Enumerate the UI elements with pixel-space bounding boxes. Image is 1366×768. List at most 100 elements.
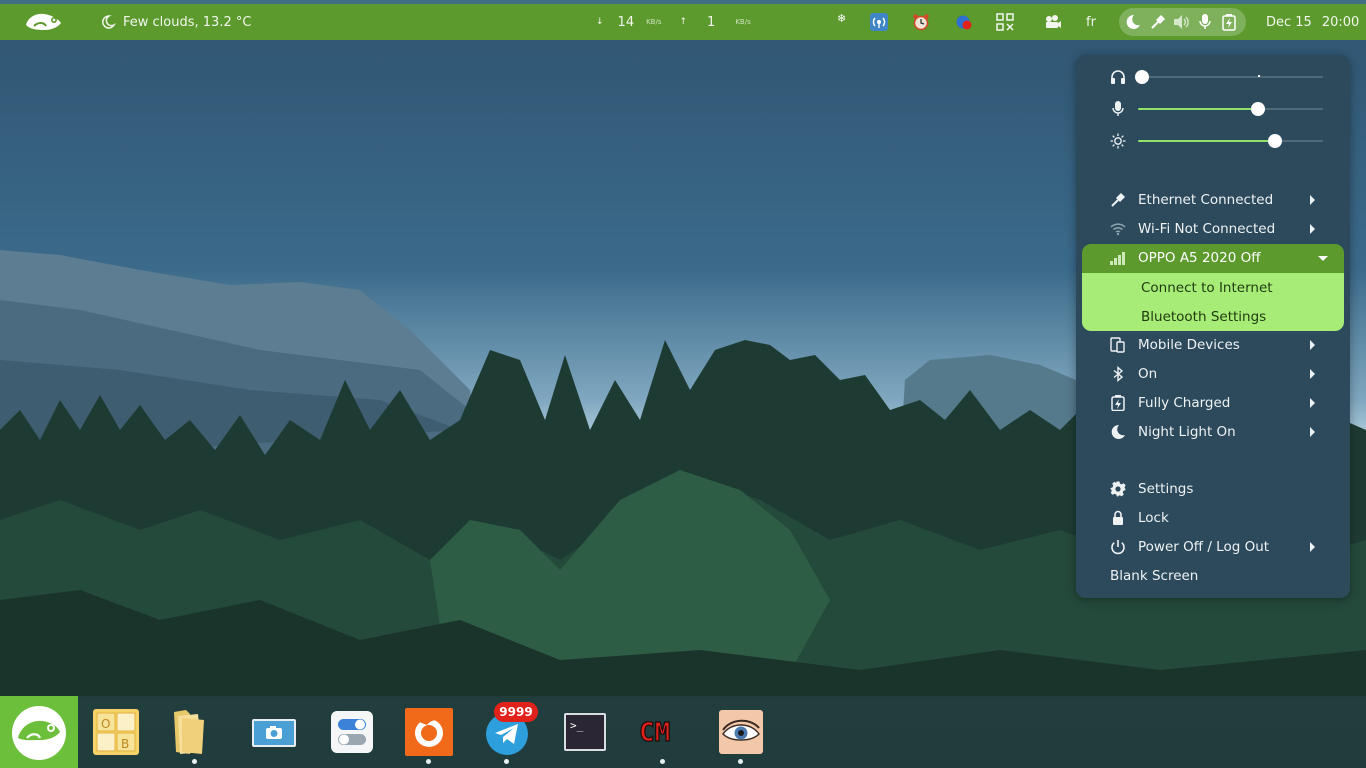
slider-fill <box>1138 108 1259 110</box>
network-speed-indicator[interactable]: ↓ 14 KB/s ↑ 1 KB/s <box>596 4 751 40</box>
menu-item-label: Settings <box>1138 481 1194 497</box>
firefox-icon <box>405 708 453 756</box>
gear-icon <box>1110 481 1126 497</box>
menu-item-phone[interactable]: OPPO A5 2020 Off <box>1082 244 1344 273</box>
clock[interactable]: Dec 15 20:00 <box>1266 4 1359 40</box>
brightness-icon <box>1110 133 1126 153</box>
microphone-volume-slider[interactable] <box>1076 97 1350 121</box>
menu-item-lock[interactable]: Lock <box>1076 504 1350 533</box>
weather-night-icon <box>100 14 116 30</box>
snowflake-icon[interactable]: ❄ <box>837 0 846 36</box>
dock-item-files[interactable] <box>168 708 216 756</box>
microphone-icon <box>1110 101 1126 121</box>
connect-to-internet-item[interactable]: Connect to Internet <box>1141 273 1273 302</box>
slider-handle[interactable] <box>1251 102 1266 116</box>
upload-value: 1 <box>707 14 716 30</box>
volume-icon <box>1173 4 1190 40</box>
running-indicator <box>504 759 509 764</box>
dock-item-libreoffice-base[interactable]: O B <box>92 708 140 756</box>
slider-track[interactable] <box>1134 70 1323 84</box>
menu-item-label: Mobile Devices <box>1138 337 1240 353</box>
lock-icon <box>1110 510 1126 526</box>
chevron-right-icon <box>1310 224 1315 234</box>
clock-date: Dec 15 <box>1266 14 1312 30</box>
menu-item-mobile-devices[interactable]: Mobile Devices <box>1076 331 1350 360</box>
menu-item-blank-screen[interactable]: Blank Screen <box>1076 562 1350 591</box>
wireless-icon[interactable] <box>870 4 888 40</box>
bluetooth-settings-item[interactable]: Bluetooth Settings <box>1141 302 1266 331</box>
language-indicator[interactable]: fr <box>1086 4 1096 40</box>
folder-icon <box>174 710 204 754</box>
menu-item-label: Blank Screen <box>1110 568 1199 584</box>
dock-item-eye[interactable] <box>717 708 765 756</box>
download-value: 14 <box>617 14 635 30</box>
dock-item-terminal[interactable]: >_ <box>561 708 609 756</box>
download-arrow-icon: ↓ <box>596 17 604 27</box>
opensuse-logo-icon[interactable] <box>24 4 64 40</box>
menu-item-night-light[interactable]: Night Light On <box>1076 418 1350 447</box>
cm-app-icon: CM <box>638 717 671 748</box>
slider-fill <box>1138 140 1275 142</box>
slider-handle[interactable] <box>1267 134 1282 148</box>
system-menu: Ethernet Connected Wi-Fi Not Connected O… <box>1076 55 1350 598</box>
menu-item-label: On <box>1138 366 1158 382</box>
menu-item-label: Fully Charged <box>1138 395 1231 411</box>
chevron-right-icon <box>1310 369 1315 379</box>
chevron-right-icon <box>1310 542 1315 552</box>
signal-bars-icon <box>1110 251 1126 269</box>
menu-item-label: Power Off / Log Out <box>1138 539 1270 555</box>
weather-text: Few clouds, 13.2 °C <box>123 14 252 30</box>
download-unit: KB/s <box>646 18 662 26</box>
menu-item-label: Lock <box>1138 510 1169 526</box>
office-icon-letter: B <box>121 737 129 751</box>
bluetooth-icon <box>1110 365 1126 383</box>
mobile-devices-icon <box>1110 337 1126 353</box>
chevron-right-icon <box>1310 398 1315 408</box>
clock-time: 20:00 <box>1321 14 1360 30</box>
brightness-slider[interactable] <box>1076 129 1350 153</box>
top-bar: Few clouds, 13.2 °C ↓ 14 KB/s ↑ 1 KB/s ❄ <box>0 0 1366 40</box>
badge-icon[interactable] <box>955 4 973 40</box>
terminal-prompt: >_ <box>570 719 584 732</box>
dock-item-cm[interactable]: CM <box>638 708 687 756</box>
menu-item-settings[interactable]: Settings <box>1076 475 1350 504</box>
submenu-item-label: Connect to Internet <box>1141 279 1273 296</box>
slider-track[interactable] <box>1138 134 1323 148</box>
menu-item-bluetooth[interactable]: On <box>1076 360 1350 389</box>
opensuse-start-button[interactable] <box>0 696 78 768</box>
chevron-down-icon <box>1318 256 1328 261</box>
battery-charging-icon <box>1110 395 1126 412</box>
slider-handle[interactable] <box>1134 70 1149 84</box>
slider-track[interactable] <box>1138 102 1323 116</box>
dock-item-screenshot[interactable] <box>250 708 298 756</box>
running-indicator <box>426 759 431 764</box>
libreoffice-base-icon: O B <box>93 709 139 755</box>
menu-item-label: OPPO A5 2020 Off <box>1138 250 1261 266</box>
running-indicator <box>660 759 665 764</box>
office-icon-letter: O <box>101 717 110 731</box>
menu-item-ethernet[interactable]: Ethernet Connected <box>1076 186 1350 215</box>
dock-item-settings[interactable] <box>328 708 376 756</box>
menu-item-label: Night Light On <box>1138 424 1236 440</box>
menu-item-wifi[interactable]: Wi-Fi Not Connected <box>1076 215 1350 244</box>
menu-item-battery[interactable]: Fully Charged <box>1076 389 1350 418</box>
battery-charging-icon <box>1222 4 1236 40</box>
qr-icon[interactable] <box>996 4 1014 40</box>
running-indicator <box>192 759 197 764</box>
phone-submenu: Connect to Internet Bluetooth Settings <box>1082 273 1344 331</box>
dock-item-firefox[interactable] <box>405 708 453 756</box>
alarm-clock-icon[interactable] <box>912 4 930 40</box>
running-indicator <box>738 759 743 764</box>
headphones-volume-slider[interactable] <box>1076 65 1350 89</box>
terminal-icon: >_ <box>564 713 606 751</box>
extension-icon[interactable] <box>1044 4 1062 40</box>
weather-indicator[interactable]: Few clouds, 13.2 °C <box>100 4 251 40</box>
menu-item-power[interactable]: Power Off / Log Out <box>1076 533 1350 562</box>
telegram-unread-badge: 9999 <box>494 702 538 722</box>
cm-app-text: CM <box>639 718 670 748</box>
chevron-right-icon <box>1310 427 1315 437</box>
settings-toggle-icon <box>331 711 373 753</box>
ethernet-icon <box>1110 192 1126 208</box>
power-icon <box>1110 539 1126 555</box>
ethernet-icon <box>1150 4 1166 40</box>
